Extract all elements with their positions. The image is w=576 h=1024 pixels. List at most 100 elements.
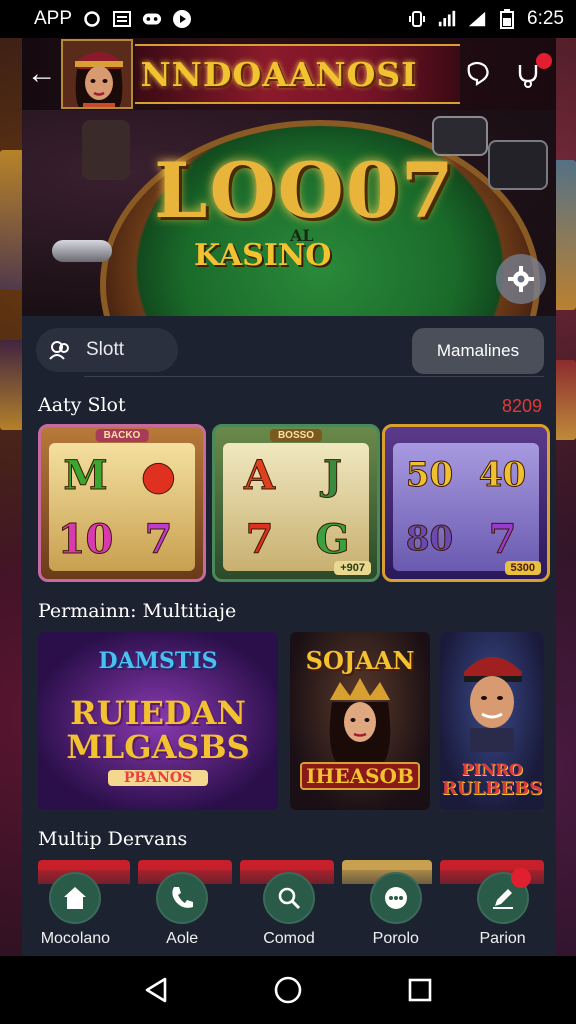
card-tag: BOSSO xyxy=(269,429,323,442)
title-banner: NNDOAANOSI xyxy=(134,44,460,104)
bottom-navigation: Mocolano Aole Comod Porolo Parion xyxy=(22,868,556,956)
home-icon xyxy=(64,887,87,909)
slot-symbol: 7 xyxy=(245,515,274,563)
gear-icon xyxy=(508,266,534,292)
nav-icon-circle xyxy=(369,872,422,924)
news-icon xyxy=(112,9,132,29)
app-title: NNDOAANOSI xyxy=(140,54,418,94)
battery-icon xyxy=(497,9,517,29)
hero-subtitle: KASINO xyxy=(194,238,332,273)
wifi-signal-icon xyxy=(467,9,487,29)
nav-icon-circle xyxy=(49,872,102,924)
woman-portrait-icon xyxy=(63,41,131,107)
play-icon xyxy=(172,9,192,29)
promo-subtitle: PBANOS xyxy=(108,770,208,786)
triangle-back-icon xyxy=(145,977,167,1003)
slot-game-card[interactable]: 50 40 80 7 5300 xyxy=(382,424,550,582)
slot-symbol: 80 xyxy=(405,519,454,560)
game-icon xyxy=(142,9,162,29)
nav-label: Mocolano xyxy=(40,930,111,947)
chat-button[interactable] xyxy=(460,57,494,91)
status-bar: APP 6:25 xyxy=(0,0,576,38)
hero-logo: LOO07 xyxy=(154,146,456,235)
nav-item-profile[interactable]: Parion xyxy=(453,868,553,956)
promo-title: RULBEBS xyxy=(441,778,543,799)
promo-card[interactable]: SOJAAN IHEASOB xyxy=(290,632,430,810)
system-navigation-bar xyxy=(0,956,576,1024)
slot-symbol: 7 xyxy=(488,515,517,563)
nav-icon-circle xyxy=(156,872,209,924)
app-header: ← NNDOAANOSI xyxy=(22,38,556,110)
man-portrait-icon xyxy=(464,657,522,752)
status-app-label: APP xyxy=(34,8,73,29)
circle-home-icon xyxy=(274,976,302,1004)
slot-symbol: 7 xyxy=(144,515,173,563)
promo-title: PINRO xyxy=(461,760,523,779)
nav-label: Aole xyxy=(166,930,199,947)
section-title-slots: Aaty Slot xyxy=(38,394,126,416)
slot-filter-label: Slott xyxy=(86,339,125,360)
mamalines-button[interactable]: Mamalines xyxy=(412,328,544,374)
back-button[interactable]: ← xyxy=(22,38,61,110)
system-home-button[interactable] xyxy=(268,970,308,1010)
slot-game-card[interactable]: BACKO M ● 10 7 xyxy=(38,424,206,582)
section-title-promos: Permainn: Multitiaje xyxy=(38,600,237,622)
notifications-button[interactable] xyxy=(512,53,552,91)
slot-game-card[interactable]: BOSSO A J 7 G +907 xyxy=(212,424,380,582)
promo-top-label: SOJAAN xyxy=(305,646,415,675)
search-icon xyxy=(278,887,301,910)
vibrate-icon xyxy=(407,9,427,29)
avatar[interactable] xyxy=(61,39,133,109)
chip-stack xyxy=(82,120,130,180)
nav-item-phone[interactable]: Aole xyxy=(132,870,232,956)
slot-symbol: M xyxy=(63,451,108,499)
system-recents-button[interactable] xyxy=(400,970,440,1010)
slot-symbol: 50 xyxy=(405,455,454,496)
card-badge: 5300 xyxy=(504,561,541,575)
system-back-button[interactable] xyxy=(136,970,176,1010)
sync-icon xyxy=(82,9,102,29)
nav-label: Parion xyxy=(479,930,526,947)
status-time: 6:25 xyxy=(527,8,564,29)
pen-icon xyxy=(492,889,513,909)
phone-icon xyxy=(172,887,194,908)
hero-banner[interactable]: LOO07 AL KASINO xyxy=(22,110,556,316)
card-badge: +907 xyxy=(334,561,371,575)
promo-top-label: DAMSTIS xyxy=(98,648,218,674)
settings-button[interactable] xyxy=(496,254,546,304)
woman-portrait-icon xyxy=(329,678,391,762)
side-decoration xyxy=(0,340,24,430)
square-recents-icon xyxy=(408,978,432,1002)
side-decoration xyxy=(0,150,24,290)
arrow-left-icon: ← xyxy=(26,57,57,90)
nav-item-search[interactable]: Comod xyxy=(239,870,339,956)
nav-item-chat[interactable]: Porolo xyxy=(346,870,446,956)
slot-symbol: J xyxy=(323,451,343,499)
slot-filter-chip[interactable]: Slott xyxy=(36,328,178,372)
notification-badge xyxy=(510,868,531,888)
chat-icon xyxy=(384,887,407,909)
promo-card[interactable]: PINRO RULBEBS xyxy=(440,632,544,810)
section-title-multi: Multip Dervans xyxy=(38,828,188,850)
card-tag: BACKO xyxy=(95,429,149,442)
slot-symbol: A xyxy=(243,451,276,499)
slot-symbol: G xyxy=(315,515,350,563)
nav-label: Comod xyxy=(263,930,315,947)
promo-title: RUIEDAN xyxy=(70,694,246,732)
nav-icon-circle xyxy=(476,868,531,924)
section-count: 8209 xyxy=(501,396,542,416)
divider xyxy=(84,376,544,377)
chat-bubble-icon xyxy=(467,61,489,87)
signal-icon xyxy=(437,9,457,29)
promo-title: MLGASBS xyxy=(66,728,250,766)
promo-card[interactable]: DAMSTIS RUIEDAN MLGASBS PBANOS xyxy=(38,632,278,810)
slot-symbol: 10 xyxy=(57,515,114,563)
app-screen: ← NNDOAANOSI LOO07 AL KASINO Slott Mamal… xyxy=(22,38,556,956)
pointer-lever xyxy=(52,240,112,262)
promo-title: IHEASOB xyxy=(300,762,420,790)
slot-symbol: 40 xyxy=(478,455,527,496)
nav-item-home[interactable]: Mocolano xyxy=(25,870,125,956)
notification-badge xyxy=(536,53,552,69)
nav-label: Porolo xyxy=(372,930,419,947)
cherry-icon: ● xyxy=(141,451,177,499)
